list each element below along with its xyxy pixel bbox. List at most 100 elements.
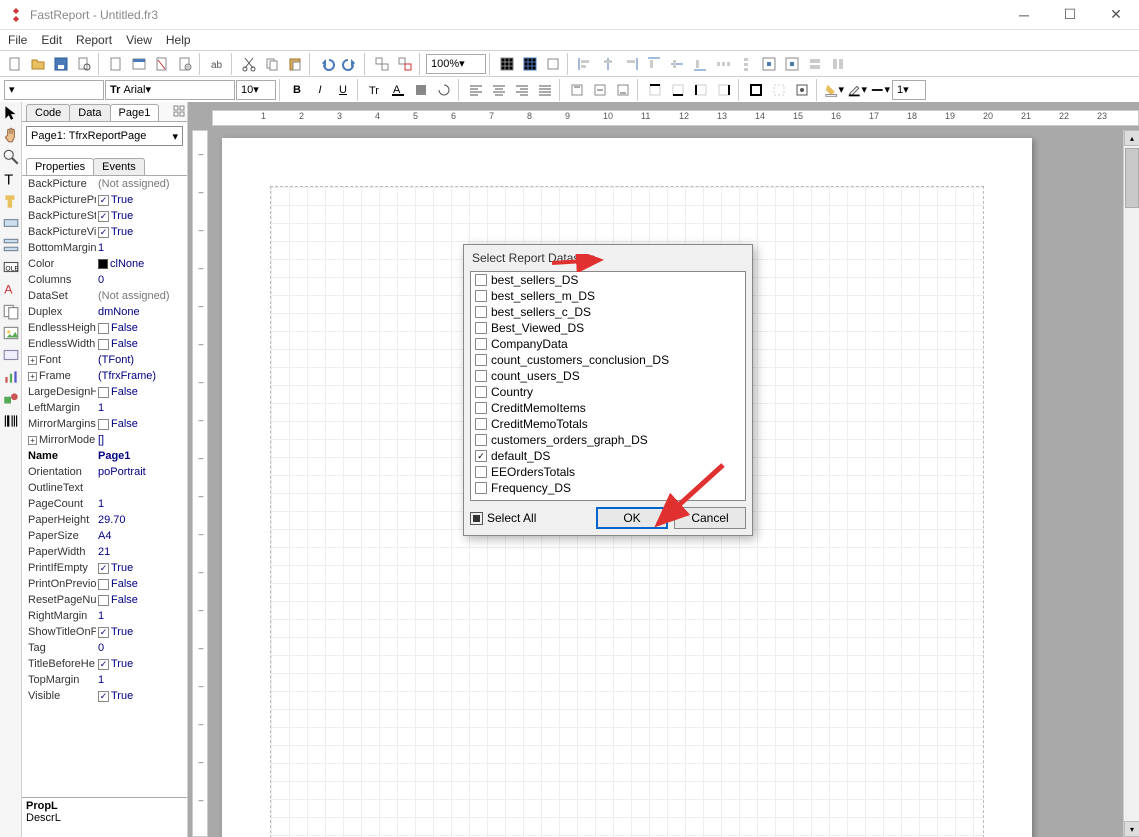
frame-top-button[interactable] [644, 79, 666, 101]
property-row[interactable]: Visible✓ True [22, 688, 187, 704]
style-combo[interactable]: ▾ [4, 80, 104, 100]
menu-help[interactable]: Help [166, 33, 191, 47]
show-grid-button[interactable] [496, 53, 518, 75]
text-align-justify-button[interactable] [534, 79, 556, 101]
property-row[interactable]: PrintIfEmpty✓ True [22, 560, 187, 576]
frame-none-button[interactable] [768, 79, 790, 101]
shape-tool[interactable] [2, 390, 20, 408]
frame-edit-button[interactable] [791, 79, 813, 101]
underline-button[interactable]: U [332, 79, 354, 101]
frame-right-button[interactable] [713, 79, 735, 101]
dataset-item[interactable]: best_sellers_m_DS [471, 288, 745, 304]
close-button[interactable]: ✕ [1093, 0, 1139, 30]
dataset-item[interactable]: best_sellers_c_DS [471, 304, 745, 320]
cancel-button[interactable]: Cancel [674, 507, 746, 529]
align-right-button[interactable] [620, 53, 642, 75]
save-button[interactable] [50, 53, 72, 75]
frame-style-button[interactable]: ▾ [869, 79, 891, 101]
minimize-button[interactable]: ─ [1001, 0, 1047, 30]
frame-all-button[interactable] [745, 79, 767, 101]
center-v-button[interactable] [781, 53, 803, 75]
new-button[interactable] [4, 53, 26, 75]
property-row[interactable]: PaperHeight 29.70 [22, 512, 187, 528]
text-tool[interactable]: T [2, 170, 20, 188]
property-row[interactable]: Columns 0 [22, 272, 187, 288]
property-row[interactable]: PrintOnPrevio False [22, 576, 187, 592]
cut-button[interactable] [238, 53, 260, 75]
valign-top-button[interactable] [566, 79, 588, 101]
property-row[interactable]: BackPictureSt✓ True [22, 208, 187, 224]
sysmemo-tool[interactable] [2, 346, 20, 364]
valign-bottom-button[interactable] [612, 79, 634, 101]
frame-color-button[interactable]: ▾ [846, 79, 868, 101]
page-settings-button[interactable] [174, 53, 196, 75]
format-tool[interactable] [2, 192, 20, 210]
dataset-item[interactable]: CompanyData [471, 336, 745, 352]
property-row[interactable]: BackPictureVis✓ True [22, 224, 187, 240]
property-row[interactable]: BottomMargin 1 [22, 240, 187, 256]
bold-button[interactable]: B [286, 79, 308, 101]
fit-grid-button[interactable] [542, 53, 564, 75]
richtext-tool[interactable]: A [2, 280, 20, 298]
ok-button[interactable]: OK [596, 507, 668, 529]
frame-bottom-button[interactable] [667, 79, 689, 101]
tab-page1[interactable]: Page1 [110, 104, 160, 121]
dataset-item[interactable]: Country [471, 384, 745, 400]
text-align-center-button[interactable] [488, 79, 510, 101]
zoom-combo[interactable]: 100% ▾ [426, 54, 486, 74]
property-row[interactable]: TopMargin 1 [22, 672, 187, 688]
select-tool[interactable] [2, 104, 20, 122]
dataset-item[interactable]: Frequency_DS [471, 480, 745, 496]
dataset-item[interactable]: best_sellers_DS [471, 272, 745, 288]
dataset-item[interactable]: CreditMemoTotals [471, 416, 745, 432]
vertical-scrollbar[interactable]: ▴ ▾ [1123, 130, 1139, 837]
scroll-thumb[interactable] [1125, 148, 1139, 208]
font-settings-button[interactable]: Tr [364, 79, 386, 101]
text-align-right-button[interactable] [511, 79, 533, 101]
property-row[interactable]: OutlineText [22, 480, 187, 496]
dataset-item[interactable]: CreditMemoItems [471, 400, 745, 416]
align-middle-button[interactable] [666, 53, 688, 75]
space-v-button[interactable] [735, 53, 757, 75]
dataset-item[interactable]: ✓default_DS [471, 448, 745, 464]
property-row[interactable]: EndlessWidth False [22, 336, 187, 352]
property-row[interactable]: PageCount 1 [22, 496, 187, 512]
object-selector[interactable]: Page1: TfrxReportPage▾ [26, 126, 183, 146]
menu-file[interactable]: File [8, 33, 27, 47]
frame-left-button[interactable] [690, 79, 712, 101]
align-center-h-button[interactable] [597, 53, 619, 75]
property-row[interactable]: BackPicture (Not assigned) [22, 176, 187, 192]
property-grid[interactable]: BackPicture (Not assigned)BackPicturePri… [22, 176, 187, 797]
picture-tool[interactable] [2, 324, 20, 342]
property-row[interactable]: PaperWidth 21 [22, 544, 187, 560]
redo-button[interactable] [339, 53, 361, 75]
property-row[interactable]: EndlessHeight False [22, 320, 187, 336]
group-button[interactable] [371, 53, 393, 75]
tab-properties[interactable]: Properties [26, 158, 94, 175]
same-height-button[interactable] [827, 53, 849, 75]
align-top-button[interactable] [643, 53, 665, 75]
property-row[interactable]: Tag 0 [22, 640, 187, 656]
property-row[interactable]: +Font (TFont) [22, 352, 187, 368]
paste-button[interactable] [284, 53, 306, 75]
scroll-up-button[interactable]: ▴ [1124, 130, 1139, 146]
property-row[interactable]: RightMargin 1 [22, 608, 187, 624]
rotate-button[interactable] [433, 79, 455, 101]
fontsize-combo[interactable]: 10 ▾ [236, 80, 276, 100]
align-grid-button[interactable] [519, 53, 541, 75]
font-color-button[interactable]: A [387, 79, 409, 101]
zoom-tool[interactable] [2, 148, 20, 166]
dataset-item[interactable]: Best_Viewed_DS [471, 320, 745, 336]
dataset-item[interactable]: count_customers_conclusion_DS [471, 352, 745, 368]
italic-button[interactable]: I [309, 79, 331, 101]
dataset-item[interactable]: customers_orders_graph_DS [471, 432, 745, 448]
property-row[interactable]: BackPicturePri✓ True [22, 192, 187, 208]
tree-toggle-icon[interactable] [173, 105, 185, 117]
font-combo[interactable]: Tr Arial ▾ [105, 80, 235, 100]
align-left-button[interactable] [574, 53, 596, 75]
preview-button[interactable] [73, 53, 95, 75]
undo-button[interactable] [316, 53, 338, 75]
scroll-down-button[interactable]: ▾ [1124, 821, 1139, 837]
insert-band-tool[interactable] [2, 236, 20, 254]
property-row[interactable]: LeftMargin 1 [22, 400, 187, 416]
